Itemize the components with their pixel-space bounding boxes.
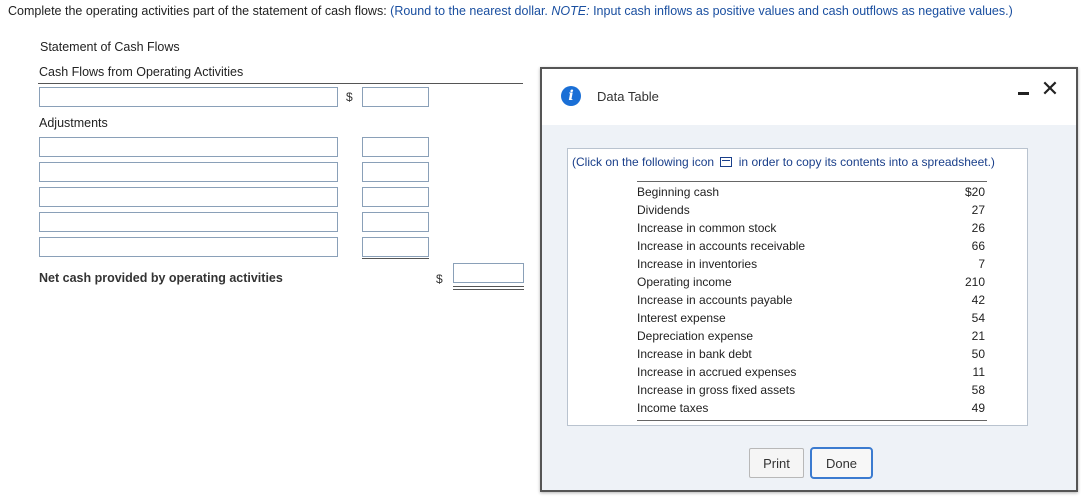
round-note: (Round to the nearest dollar. (390, 4, 548, 18)
instruction-lead: Complete the operating activities part o… (8, 4, 387, 18)
row-value: 7 (978, 257, 985, 271)
print-button[interactable]: Print (749, 448, 804, 478)
adjustment-label-input[interactable] (39, 137, 338, 157)
row-value: 210 (964, 275, 985, 289)
table-row: Dividends 27 (637, 201, 987, 219)
statement-title: Statement of Cash Flows (40, 40, 180, 54)
adjustment-amount-input[interactable] (362, 137, 429, 157)
row-value: 50 (971, 347, 985, 361)
net-double-rule-bottom (453, 289, 524, 290)
row-label: Increase in inventories (637, 257, 758, 271)
table-row: Depreciation expense 21 (637, 327, 987, 345)
row-value: $20 (964, 185, 985, 199)
row-value: 26 (971, 221, 985, 235)
net-double-rule-top (453, 286, 524, 287)
done-button[interactable]: Done (810, 447, 873, 479)
table-row: Increase in common stock 26 (637, 219, 987, 237)
net-cash-label: Net cash provided by operating activitie… (39, 271, 283, 285)
adjustment-label-input[interactable] (39, 162, 338, 182)
table-row: Increase in accrued expenses 11 (637, 363, 987, 381)
row-label: Increase in common stock (637, 221, 777, 235)
copy-note: (Click on the following icon in order to… (572, 155, 995, 169)
adjustments-sum-rule (362, 258, 429, 259)
row-value: 54 (971, 311, 985, 325)
row-label: Beginning cash (637, 185, 720, 199)
section-divider (38, 83, 523, 84)
net-cash-input[interactable] (453, 263, 524, 283)
dialog-title: Data Table (597, 89, 659, 104)
net-dollar-sign: $ (436, 272, 443, 286)
note-text: Input cash inflows as positive values an… (593, 4, 1013, 18)
row-value: 42 (971, 293, 985, 307)
row-label: Dividends (637, 203, 690, 217)
table-row: Increase in accounts payable 42 (637, 291, 987, 309)
adjustment-amount-input[interactable] (362, 212, 429, 232)
copy-spreadsheet-icon[interactable] (720, 157, 733, 167)
minimize-button[interactable] (1015, 82, 1033, 100)
row-label: Interest expense (637, 311, 726, 325)
row-label: Increase in accounts receivable (637, 239, 806, 253)
table-row: Income taxes 49 (637, 399, 987, 417)
adjustment-label-input[interactable] (39, 237, 338, 257)
data-table: Beginning cash $20 Dividends 27 Increase i… (637, 183, 987, 417)
adjustment-amount-input[interactable] (362, 162, 429, 182)
instruction-text: Complete the operating activities part o… (8, 4, 1013, 18)
first-row-dollar-sign: $ (346, 90, 353, 104)
section-title: Cash Flows from Operating Activities (39, 65, 244, 79)
row-value: 27 (971, 203, 985, 217)
row-value: 21 (971, 329, 985, 343)
row-value: 49 (971, 401, 985, 415)
adjustment-amount-input[interactable] (362, 237, 429, 257)
row-label: Depreciation expense (637, 329, 754, 343)
copy-note-before: (Click on the following icon (572, 155, 715, 169)
table-row: Beginning cash $20 (637, 183, 987, 201)
note-label: NOTE: (551, 4, 590, 18)
copy-note-after: in order to copy its contents into a spr… (738, 155, 995, 169)
row-value: 58 (971, 383, 985, 397)
row-label: Increase in bank debt (637, 347, 752, 361)
row-label: Increase in accrued expenses (637, 365, 797, 379)
first-row-label-input[interactable] (39, 87, 338, 107)
adjustment-label-input[interactable] (39, 187, 338, 207)
table-row: Increase in bank debt 50 (637, 345, 987, 363)
table-row: Operating income 210 (637, 273, 987, 291)
first-row-amount-input[interactable] (362, 87, 429, 107)
minimize-icon (1018, 92, 1029, 95)
row-value: 11 (972, 365, 985, 379)
close-button[interactable]: ✕ (1039, 77, 1061, 101)
table-row: Interest expense 54 (637, 309, 987, 327)
info-icon: i (561, 86, 581, 106)
row-label: Operating income (637, 275, 732, 289)
adjustment-label-input[interactable] (39, 212, 338, 232)
row-label: Increase in accounts payable (637, 293, 793, 307)
data-panel: (Click on the following icon in order to… (567, 148, 1028, 426)
data-table-dialog: i Data Table ✕ (Click on the following i… (540, 67, 1078, 492)
table-row: Increase in accounts receivable 66 (637, 237, 987, 255)
table-row: Increase in inventories 7 (637, 255, 987, 273)
adjustments-label: Adjustments (39, 116, 108, 130)
table-row: Increase in gross fixed assets 58 (637, 381, 987, 399)
row-label: Increase in gross fixed assets (637, 383, 796, 397)
table-top-rule (637, 181, 987, 182)
table-bottom-rule (637, 420, 987, 421)
adjustment-amount-input[interactable] (362, 187, 429, 207)
row-label: Income taxes (637, 401, 709, 415)
row-value: 66 (971, 239, 985, 253)
